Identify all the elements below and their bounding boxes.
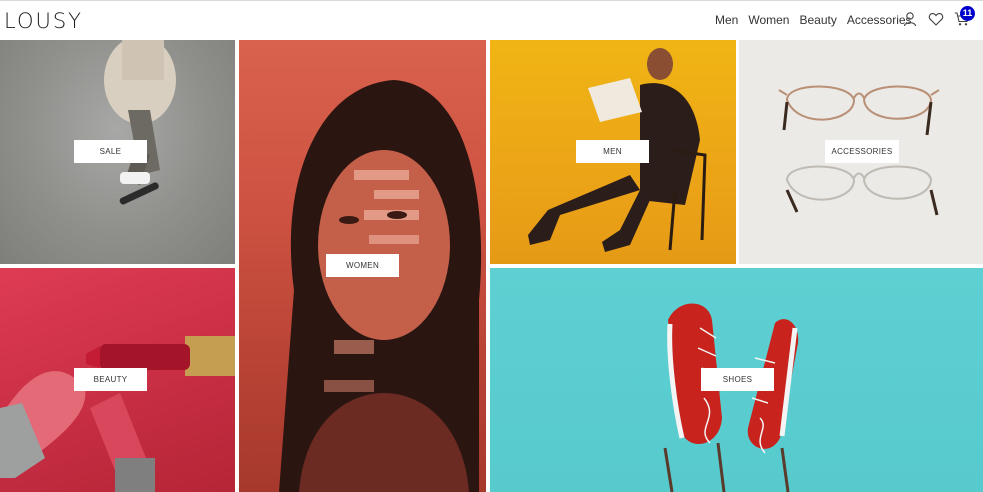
site-logo[interactable]: LOUSY bbox=[4, 9, 83, 33]
category-button-sale[interactable]: SALE bbox=[74, 140, 147, 163]
category-button-men[interactable]: MEN bbox=[576, 140, 649, 163]
site-header: LOUSY Men Women Beauty Accessories 11 bbox=[0, 0, 983, 40]
category-tile-accessories[interactable]: ACCESSORIES bbox=[739, 40, 983, 264]
category-button-accessories[interactable]: ACCESSORIES bbox=[825, 140, 899, 163]
category-tile-men[interactable]: MEN bbox=[490, 40, 736, 264]
cart-icon[interactable]: 11 bbox=[954, 6, 975, 27]
category-tile-women[interactable]: WOMEN bbox=[239, 40, 486, 492]
category-button-women[interactable]: WOMEN bbox=[326, 254, 399, 277]
category-button-shoes[interactable]: SHOES bbox=[701, 368, 774, 391]
nav-link-beauty[interactable]: Beauty bbox=[799, 13, 836, 27]
heart-icon[interactable] bbox=[928, 11, 944, 27]
nav-link-men[interactable]: Men bbox=[715, 13, 738, 27]
category-tile-shoes[interactable]: SHOES bbox=[490, 268, 983, 492]
category-button-beauty[interactable]: BEAUTY bbox=[74, 368, 147, 391]
main-nav: Men Women Beauty Accessories bbox=[715, 13, 912, 27]
user-icon[interactable] bbox=[902, 11, 918, 27]
cart-count-badge: 11 bbox=[960, 6, 975, 21]
header-icons: 11 bbox=[902, 6, 980, 27]
category-tile-beauty[interactable]: BEAUTY bbox=[0, 268, 235, 492]
nav-link-women[interactable]: Women bbox=[748, 13, 789, 27]
category-tile-sale[interactable]: SALE bbox=[0, 40, 235, 264]
